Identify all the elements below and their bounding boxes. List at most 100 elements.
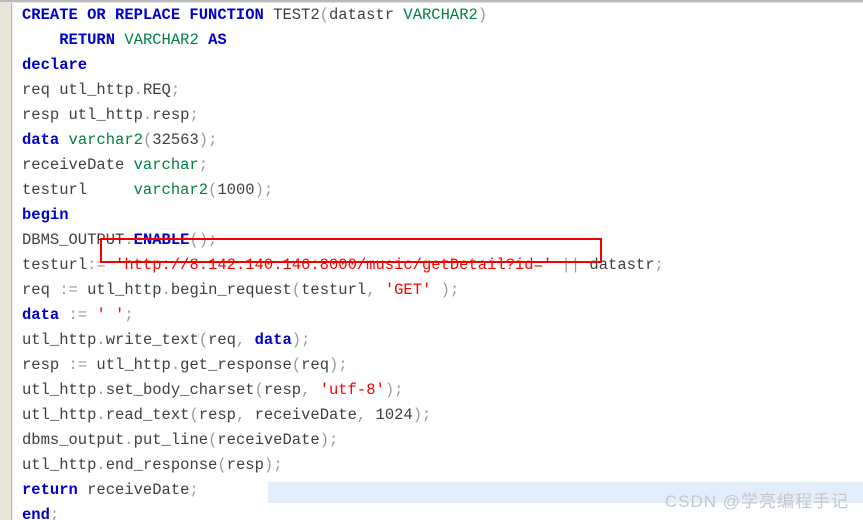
code-token: . (96, 331, 106, 349)
code-line[interactable]: req := utl_http.begin_request(testurl, '… (22, 278, 862, 303)
code-token: AS (208, 31, 227, 49)
code-token: data (254, 331, 292, 349)
code-token: (); (189, 231, 218, 249)
code-token: 'utf-8' (319, 381, 385, 399)
code-token: . (133, 81, 143, 99)
code-token: declare (22, 56, 88, 74)
code-token: 1024 (375, 406, 413, 424)
code-token: utl_http (22, 406, 97, 424)
code-token: varchar (133, 156, 199, 174)
code-line[interactable]: begin (22, 203, 862, 228)
code-token: resp (198, 406, 236, 424)
code-token: utl_http (22, 331, 97, 349)
code-token: end_response (105, 456, 218, 474)
code-token: := (59, 306, 97, 324)
code-token: resp (22, 356, 69, 374)
code-token: testurl (22, 181, 134, 199)
code-token: ); (263, 456, 283, 474)
code-token: resp (263, 381, 302, 399)
editor-gutter[interactable] (0, 3, 11, 520)
code-token: ; (170, 81, 181, 99)
code-token: ); (319, 431, 339, 449)
code-token: . (96, 381, 106, 399)
code-line[interactable]: req utl_http.REQ; (22, 78, 862, 103)
code-token: TEST2 (263, 6, 320, 24)
code-token: := (87, 256, 116, 274)
code-token: testurl (22, 256, 88, 274)
code-token: := (59, 281, 88, 299)
code-token: resp (226, 456, 264, 474)
code-token: ; (189, 481, 199, 499)
code-token: req (22, 281, 60, 299)
code-line[interactable]: declare (22, 53, 862, 78)
code-token: RETURN (59, 31, 116, 49)
code-token: ( (142, 131, 153, 149)
code-token: VARCHAR2 (403, 6, 478, 24)
code-token: get_response (180, 356, 292, 374)
code-token: , (356, 406, 376, 424)
code-token: ( (198, 331, 209, 349)
code-line[interactable]: utl_http.write_text(req, data); (22, 328, 862, 353)
code-line[interactable]: RETURN VARCHAR2 AS (22, 28, 862, 53)
code-token: begin_request (170, 281, 292, 299)
code-token: receiveDate (22, 156, 134, 174)
code-token: . (96, 406, 106, 424)
code-token: ( (189, 406, 199, 424)
code-token: ; (124, 306, 134, 324)
code-line[interactable]: data varchar2(32563); (22, 128, 862, 153)
code-token: data (22, 306, 60, 324)
code-line[interactable]: utl_http.set_body_charset(resp, 'utf-8')… (22, 378, 862, 403)
code-token: CREATE OR REPLACE FUNCTION (22, 6, 264, 24)
code-line[interactable]: utl_http.read_text(resp, receiveDate, 10… (22, 403, 862, 428)
code-token: resp utl_http (22, 106, 143, 124)
code-token: ( (208, 431, 218, 449)
code-token: end (22, 506, 50, 520)
code-line[interactable]: data := ' '; (22, 303, 862, 328)
code-token: DBMS_OUTPUT (22, 231, 125, 249)
code-token: , (366, 281, 385, 299)
code-token: , (301, 381, 320, 399)
code-token: receiveDate (77, 481, 190, 499)
code-line[interactable]: resp utl_http.resp; (22, 103, 862, 128)
code-token: VARCHAR2 (124, 31, 199, 49)
code-token: req (208, 331, 236, 349)
code-content[interactable]: CREATE OR REPLACE FUNCTION TEST2 ( datastr… (22, 3, 862, 520)
code-token: utl_http (96, 356, 171, 374)
code-token: utl_http (22, 381, 97, 399)
code-token: dbms_output (22, 431, 125, 449)
code-token: datastr (580, 256, 655, 274)
code-line[interactable]: resp := utl_http.get_response(req); (22, 353, 862, 378)
code-token: put_line (133, 431, 209, 449)
code-token: req (301, 356, 329, 374)
code-line[interactable]: DBMS_OUTPUT.ENABLE(); (22, 228, 862, 253)
code-token: . (124, 431, 134, 449)
code-line[interactable]: dbms_output.put_line(receiveDate); (22, 428, 862, 453)
code-line[interactable]: CREATE OR REPLACE FUNCTION TEST2(datastr… (22, 3, 862, 28)
code-token: ; (198, 156, 209, 174)
code-token: ) (477, 6, 488, 24)
code-token: ); (412, 406, 432, 424)
code-token: ; (49, 506, 60, 520)
code-token: , (235, 331, 255, 349)
code-line[interactable]: utl_http.end_response(resp); (22, 453, 862, 478)
code-token: ; (189, 106, 199, 124)
code-token: read_text (105, 406, 190, 424)
code-line[interactable]: receiveDate varchar; (22, 153, 862, 178)
code-token: , (235, 406, 255, 424)
code-token: 1000 (217, 181, 255, 199)
csdn-watermark: CSDN @学亮编程手记 (664, 492, 849, 511)
code-token: ); (329, 356, 348, 374)
code-token: := (68, 356, 97, 374)
code-token: || (561, 256, 581, 274)
code-token: receiveDate (217, 431, 320, 449)
code-token: . (142, 106, 153, 124)
code-line[interactable]: testurl:= 'http://8.142.140.146:8000/mus… (22, 253, 862, 278)
code-line[interactable]: testurl varchar2(1000); (22, 178, 862, 203)
gutter-divider-inner (12, 3, 13, 520)
code-token: ( (291, 281, 302, 299)
code-token: testurl (301, 281, 367, 299)
